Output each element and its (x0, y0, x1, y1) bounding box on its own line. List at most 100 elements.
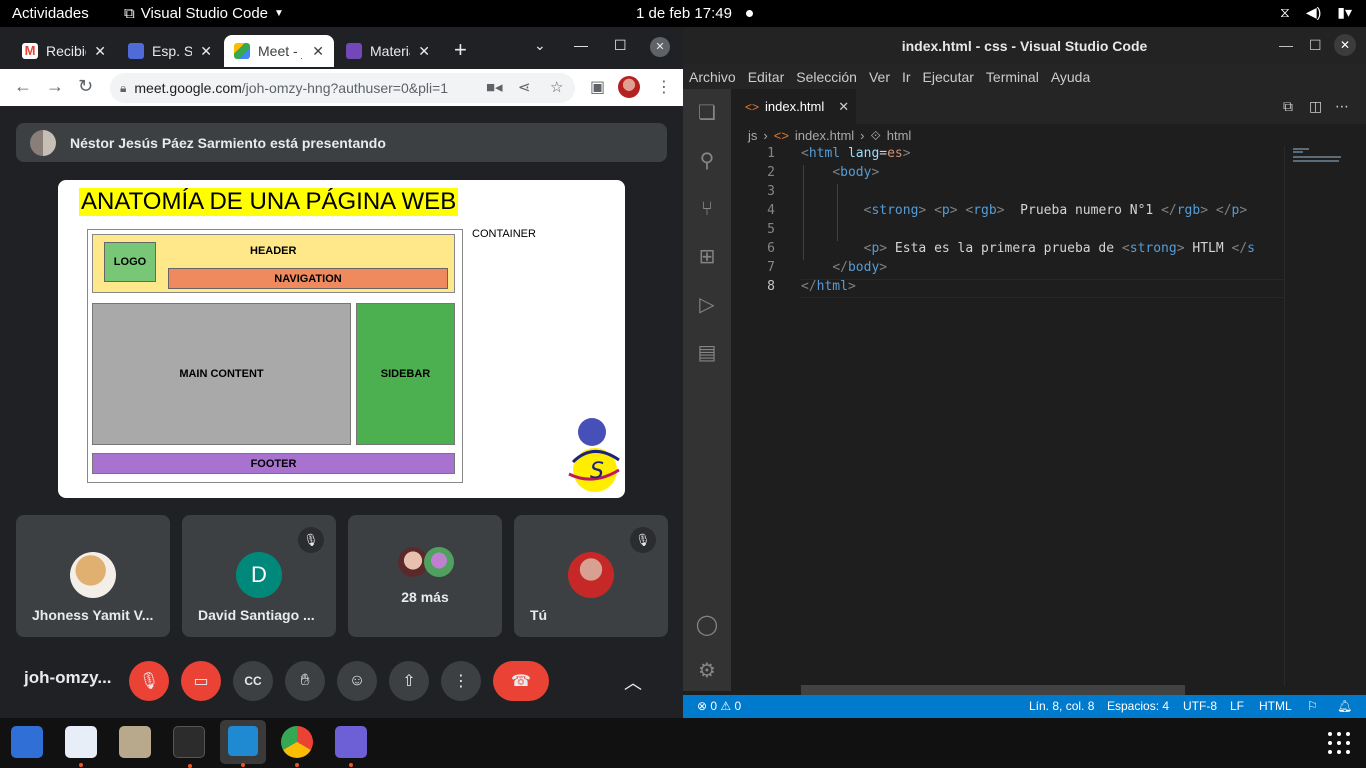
participant-tile-self[interactable]: 🎙︎ Tú (514, 515, 668, 637)
share-icon[interactable]: ⋖ (518, 78, 531, 96)
raise-hand-button[interactable]: ✋︎ (285, 661, 325, 701)
gmail-icon: M (22, 43, 38, 59)
indentation[interactable]: Espacios: 4 (1107, 699, 1169, 713)
tab-label: Recibido (46, 43, 86, 59)
close-icon[interactable]: ✕ (94, 43, 106, 60)
activities-button[interactable]: Actividades (12, 5, 89, 22)
back-icon[interactable]: ← (14, 76, 32, 97)
meeting-code[interactable]: joh-omzy... (24, 668, 112, 688)
split-editor-icon[interactable]: ◫ (1309, 98, 1322, 115)
minimap[interactable] (1284, 146, 1366, 686)
language-mode[interactable]: HTML (1259, 699, 1292, 713)
minimize-button[interactable]: — (574, 37, 588, 53)
window-title: index.html - css - Visual Studio Code (901, 38, 1148, 54)
menu-ayuda[interactable]: Ayuda (1051, 69, 1090, 85)
chrome-window: M Recibido ✕ Esp. Sistema ✕ Meet - joh-o… (0, 27, 683, 718)
lock-icon: 🔒︎ (120, 80, 127, 95)
shared-screen[interactable]: ANATOMÍA DE UNA PÁGINA WEB CONTAINER HEA… (58, 180, 625, 498)
system-monitor-icon[interactable] (11, 726, 43, 758)
leave-call-button[interactable]: ☎︎ (493, 661, 549, 701)
menu-terminal[interactable]: Terminal (986, 69, 1039, 85)
tab-index-html[interactable]: <> index.html ✕ (731, 89, 856, 124)
feedback-icon[interactable]: ⚐ (1307, 699, 1318, 713)
participant-name: Jhoness Yamit V... (32, 607, 154, 623)
code-editor[interactable]: 1 2 3 4 5 6 7 8 <html lang=es> <body> <s… (731, 146, 1285, 686)
participant-tile[interactable]: 🎙︎ D David Santiago ... (182, 515, 336, 637)
close-icon[interactable]: ✕ (838, 99, 849, 115)
extensions-icon[interactable]: ⊞ (695, 245, 719, 269)
chevron-up-icon[interactable]: ︿ (624, 669, 642, 695)
running-indicator (188, 764, 192, 768)
close-icon[interactable]: ✕ (312, 43, 324, 60)
profile-avatar[interactable] (618, 76, 640, 98)
close-window-button[interactable]: ✕ (1334, 34, 1356, 56)
tab-label: Meet - joh-omzy (258, 43, 302, 59)
tab-classroom[interactable]: Esp. Sistema ✕ (118, 35, 222, 67)
menu-ejecutar[interactable]: Ejecutar (923, 69, 974, 85)
account-icon[interactable]: ◯ (695, 613, 719, 637)
remote-explorer-icon[interactable]: ▤ (695, 341, 719, 365)
captions-button[interactable]: CC (233, 661, 273, 701)
vscode-dock-icon[interactable] (220, 720, 266, 767)
tab-search-icon[interactable]: ⌄ (534, 37, 546, 54)
encoding[interactable]: UTF-8 (1183, 699, 1217, 713)
address-bar[interactable]: 🔒︎ meet.google.com/joh-omzy-hng?authuser… (110, 73, 575, 103)
menu-editar[interactable]: Editar (748, 69, 785, 85)
app-menu[interactable]: ⧉ Visual Studio Code ▼ (124, 5, 284, 22)
camera-icon[interactable]: ■◂ (486, 78, 503, 96)
show-apps-icon[interactable] (1328, 732, 1350, 754)
more-actions-icon[interactable]: ⋯ (1335, 98, 1349, 115)
bell-icon[interactable]: 🔔︎ (1337, 699, 1352, 713)
maximize-button[interactable]: ☐ (614, 37, 627, 54)
reload-icon[interactable]: ↻ (78, 76, 93, 97)
participant-tile[interactable]: 28 más (348, 515, 502, 637)
problems-indicator[interactable]: ⊗ 0 ⚠ 0 (697, 699, 741, 713)
breadcrumb-symbol[interactable]: html (887, 128, 912, 144)
explorer-icon[interactable]: ❏ (695, 101, 719, 125)
side-panel-icon[interactable]: ▣ (590, 77, 605, 97)
cursor-position[interactable]: Lín. 8, col. 8 (1029, 699, 1094, 713)
menu-ir[interactable]: Ir (902, 69, 911, 85)
line-number: 7 (767, 260, 775, 275)
chrome-icon[interactable] (281, 726, 313, 767)
new-tab-button[interactable]: + (454, 37, 467, 63)
clock[interactable]: 1 de feb 17:49 (636, 5, 732, 22)
close-icon[interactable]: ✕ (200, 43, 212, 60)
breadcrumb-folder[interactable]: js (748, 128, 757, 144)
menu-archivo[interactable]: Archivo (689, 69, 736, 85)
mic-toggle-button[interactable]: 🎙︎ (129, 661, 169, 701)
tab-strip: M Recibido ✕ Esp. Sistema ✕ Meet - joh-o… (0, 27, 683, 69)
text-editor-icon[interactable] (65, 726, 97, 767)
reactions-button[interactable]: ☺ (337, 661, 377, 701)
more-options-button[interactable]: ⋮ (441, 661, 481, 701)
tab-meet[interactable]: Meet - joh-omzy ✕ (224, 35, 334, 67)
maximize-button[interactable]: ☐ (1309, 37, 1322, 54)
bookmark-star-icon[interactable]: ☆ (550, 78, 563, 96)
source-control-icon[interactable]: ⑂ (695, 197, 719, 221)
close-icon[interactable]: ✕ (418, 43, 430, 60)
breadcrumb-file[interactable]: index.html (795, 128, 854, 144)
tab-label: Materiales (370, 43, 410, 59)
battery-icon: ▮▾ (1337, 4, 1352, 20)
present-button[interactable]: ⇧ (389, 661, 429, 701)
participant-tile[interactable]: Jhoness Yamit V... (16, 515, 170, 637)
tab-gmail[interactable]: M Recibido ✕ (12, 35, 116, 67)
files-icon[interactable] (119, 726, 151, 758)
menu-icon[interactable]: ⋮ (656, 77, 672, 97)
minimize-button[interactable]: — (1279, 37, 1293, 53)
tab-forms[interactable]: Materiales ✕ (336, 35, 440, 67)
gear-icon[interactable]: ⚙ (695, 659, 719, 683)
search-icon[interactable]: ⚲ (695, 149, 719, 173)
forward-icon[interactable]: → (46, 76, 64, 97)
horizontal-scrollbar[interactable] (801, 685, 1185, 695)
screenshot-icon[interactable] (335, 726, 367, 767)
close-window-button[interactable]: ✕ (650, 37, 670, 57)
terminal-icon[interactable] (173, 726, 205, 768)
open-preview-icon[interactable]: ⧉ (1283, 98, 1293, 115)
system-tray[interactable]: ⧖ ◀) ▮▾ (1280, 4, 1352, 21)
camera-toggle-button[interactable]: ▭ (181, 661, 221, 701)
menu-ver[interactable]: Ver (869, 69, 890, 85)
run-debug-icon[interactable]: ▷ (695, 293, 719, 317)
menu-seleccion[interactable]: Selección (796, 69, 857, 85)
end-of-line[interactable]: LF (1230, 699, 1244, 713)
